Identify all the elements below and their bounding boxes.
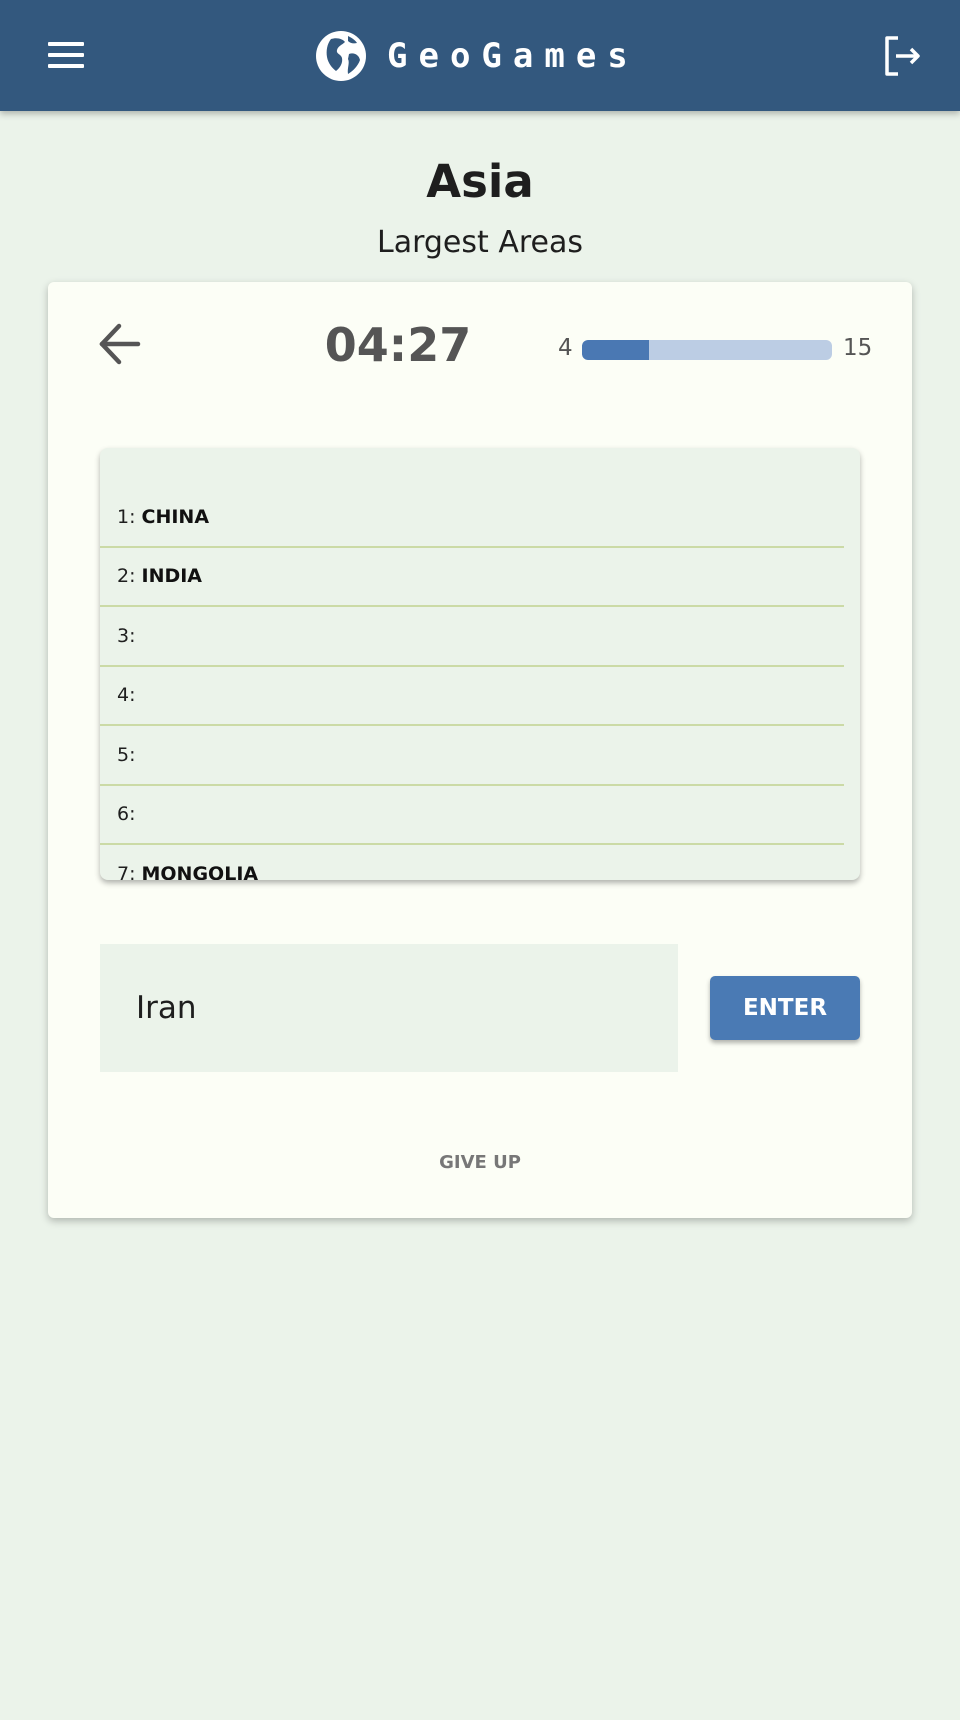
answer-number: 5: [117, 743, 136, 766]
arrow-left-icon[interactable] [96, 320, 144, 368]
brand-name: GeoGames [387, 36, 639, 76]
answer-row: 6: [100, 786, 844, 845]
answer-row: 7: MONGOLIA [100, 845, 844, 880]
answer-number: 1: [117, 505, 136, 528]
progress-bar-fill [582, 340, 649, 360]
give-up-button[interactable]: GIVE UP [380, 1142, 580, 1182]
globe-icon [316, 31, 366, 81]
app-bar: GeoGames [0, 0, 960, 111]
brand[interactable]: GeoGames [315, 30, 639, 82]
timer: 04:27 [324, 318, 472, 372]
answer-row: 4: [100, 667, 844, 726]
hamburger-menu-icon[interactable] [44, 38, 88, 74]
answer-number: 2: [117, 565, 136, 588]
answer-row: 3: [100, 607, 844, 667]
answer-row: 2: INDIA [100, 548, 844, 607]
answer-number: 6: [117, 803, 136, 826]
answer-list-panel[interactable]: 1: CHINA 2: INDIA 3: 4: 5: 6: 7: MONGOLI… [100, 448, 860, 880]
answer-row: 1: CHINA [100, 488, 844, 548]
answer-name: INDIA [141, 565, 203, 588]
answer-number: 3: [117, 624, 136, 647]
answer-row: 5: [100, 726, 844, 786]
answer-number: 4: [117, 684, 136, 707]
logout-icon[interactable] [882, 34, 926, 78]
quiz-title: Asia [426, 155, 534, 208]
answer-name: MONGOLIA [141, 862, 259, 880]
answer-list: 1: CHINA 2: INDIA 3: 4: 5: 6: 7: MONGOLI… [100, 488, 844, 880]
game-card: 04:27 4 15 1: CHINA 2: INDIA 3: 4: 5: 6:… [48, 282, 912, 1218]
guess-input[interactable] [100, 944, 678, 1072]
answer-number: 7: [117, 862, 136, 880]
quiz-subtitle: Largest Areas [376, 225, 583, 260]
enter-button[interactable]: ENTER [710, 976, 860, 1040]
progress-current: 4 [558, 335, 573, 361]
progress-bar [582, 340, 832, 360]
answer-name: CHINA [141, 505, 210, 528]
progress-total: 15 [843, 335, 873, 361]
